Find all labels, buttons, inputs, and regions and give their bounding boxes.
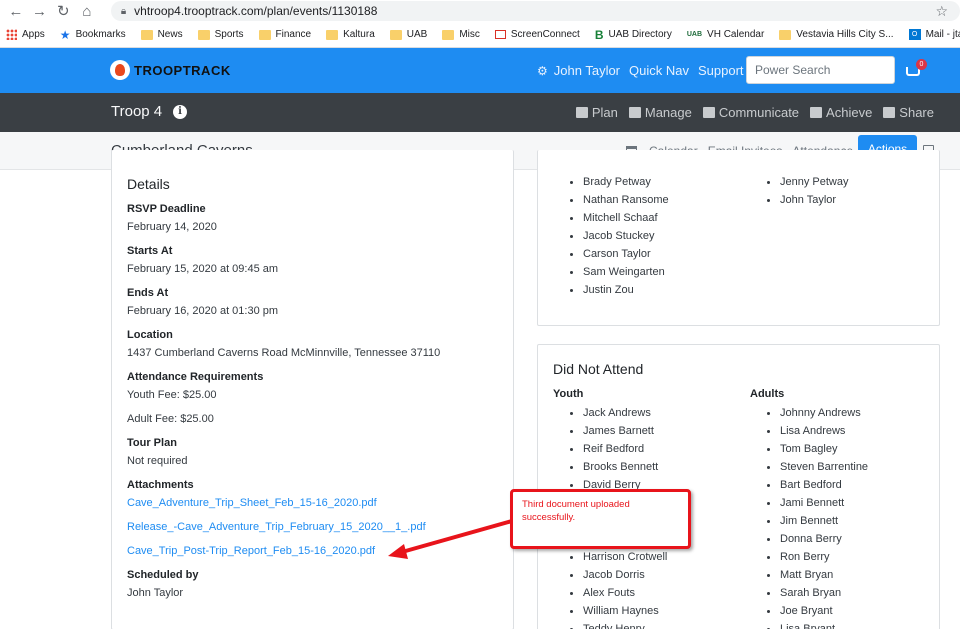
callout-arrow — [388, 519, 513, 559]
upload-callout: Third document uploaded successfully. — [510, 489, 691, 549]
